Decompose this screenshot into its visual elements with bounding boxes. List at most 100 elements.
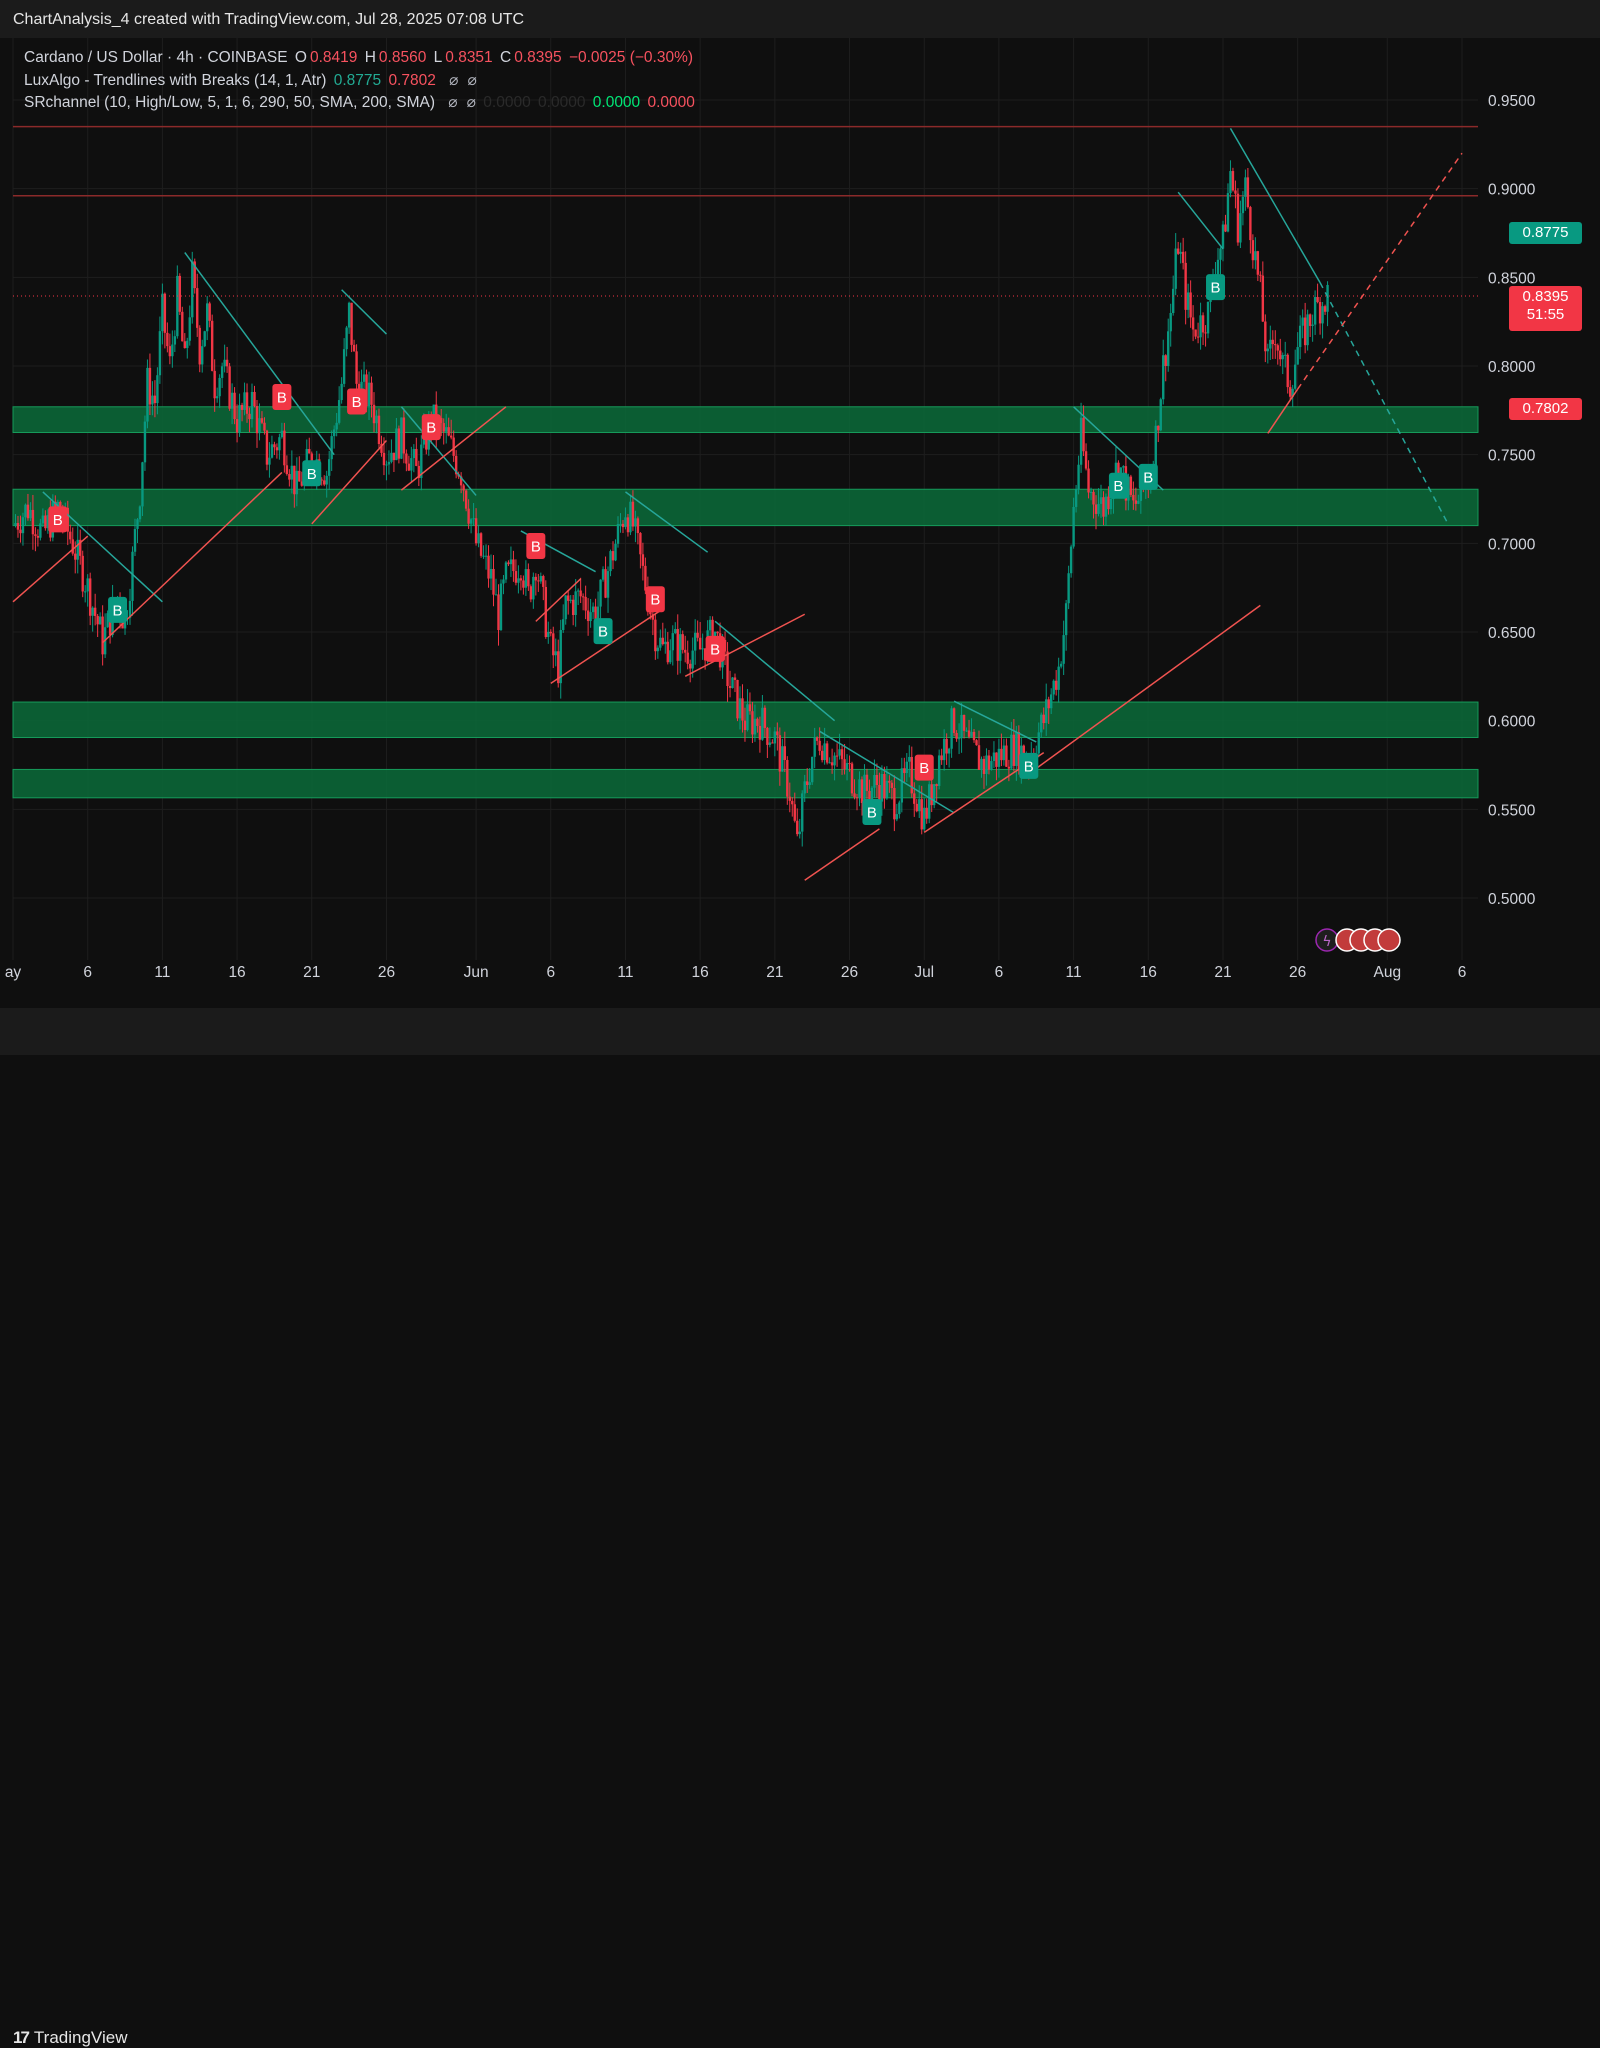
candle-down	[36, 535, 40, 538]
candle-up	[810, 756, 814, 783]
candle-up	[29, 509, 32, 519]
candle-up	[337, 400, 341, 423]
candle-down	[71, 539, 74, 554]
indicator-1-lower-value: 0.7802	[388, 71, 436, 89]
candle-down	[1303, 317, 1307, 346]
indicator-1-name[interactable]: LuxAlgo - Trendlines with Breaks (14, 1,…	[24, 72, 326, 89]
indicator-2-name[interactable]: SRchannel (10, High/Low, 5, 1, 6, 290, 5…	[24, 94, 435, 111]
candle-down	[890, 782, 894, 788]
candle-down	[512, 559, 515, 572]
time-axis-tick-label: Jun	[464, 964, 489, 981]
candle-down	[796, 820, 799, 835]
candle-down	[962, 714, 966, 731]
break-label-text: B	[277, 390, 287, 407]
candle-up	[1174, 248, 1177, 289]
price-axis-tick-label: 0.8500	[1488, 270, 1536, 287]
candle-down	[888, 780, 891, 783]
lower-trend-price-tag: 0.7802	[1509, 398, 1582, 420]
candle-up	[808, 782, 811, 785]
candle-up	[746, 704, 749, 730]
legend-symbol-row[interactable]: Cardano / US Dollar · 4h · COINBASE O 0.8…	[24, 47, 698, 70]
candle-down	[751, 711, 754, 735]
candle-down	[407, 463, 411, 471]
price-axis-tick-label: 0.6500	[1488, 625, 1536, 642]
price-axis-tick-label: 0.6000	[1488, 714, 1536, 731]
high-label: H	[364, 49, 376, 66]
candle-up	[980, 758, 983, 770]
candle-down	[382, 452, 386, 466]
candle-down	[748, 704, 752, 712]
candle-up	[84, 591, 87, 593]
candle-up	[828, 762, 831, 764]
candle-down	[163, 293, 167, 333]
candle-down	[1276, 345, 1279, 351]
candle-down	[1181, 251, 1185, 263]
candle-up	[367, 382, 371, 407]
lightning-glyph: ϟ	[1322, 934, 1331, 950]
candle-down	[542, 576, 545, 587]
candle-up	[601, 569, 605, 580]
candle-up	[290, 465, 294, 480]
candle-up	[203, 331, 206, 347]
candle-down	[571, 599, 575, 616]
candle-down	[1129, 476, 1133, 495]
candle-down	[825, 743, 829, 763]
candle-up	[1313, 297, 1317, 325]
last-price-tag: 0.8395 51:55	[1509, 286, 1582, 331]
last-price-value: 0.8395	[1522, 288, 1569, 305]
candle-up	[1311, 324, 1314, 326]
candle-up	[410, 458, 413, 471]
candle-down	[1201, 315, 1205, 333]
candle-down	[372, 404, 376, 424]
candle-down	[806, 781, 809, 785]
candle-up	[347, 302, 351, 328]
candle-down	[893, 787, 896, 820]
candle-down	[240, 404, 244, 410]
candle-down	[514, 571, 518, 583]
candle-up	[1050, 694, 1053, 709]
candle-up	[484, 555, 488, 557]
support-resistance-zone	[12, 701, 1479, 739]
time-axis-tick-label: 6	[83, 964, 92, 981]
candle-up	[138, 506, 142, 520]
candle-up	[1137, 500, 1140, 504]
break-label-text: B	[53, 512, 63, 529]
candle-down	[1224, 224, 1227, 232]
candle-down	[196, 288, 199, 328]
chart-svg[interactable]: B B B B B B B B B B B B B B B B 0.9500 0.9000 0.8500 0.8000…	[0, 0, 1600, 1008]
candle-up	[482, 555, 485, 557]
candle-up	[156, 375, 159, 404]
candle-down	[1316, 297, 1319, 303]
candle-down	[975, 740, 978, 746]
candle-up	[619, 523, 622, 525]
candle-up	[201, 346, 204, 365]
legend-indicator-1[interactable]: LuxAlgo - Trendlines with Breaks (14, 1,…	[24, 70, 698, 93]
legend-indicator-2[interactable]: SRchannel (10, High/Low, 5, 1, 6, 290, 5…	[24, 92, 698, 115]
candle-down	[940, 755, 943, 761]
candle-down	[788, 796, 791, 801]
low-value: 0.8351	[445, 49, 493, 66]
candle-down	[815, 737, 819, 741]
candle-up	[863, 774, 866, 803]
candle-up	[24, 504, 27, 518]
candle-down	[265, 430, 269, 465]
candle-up	[1199, 315, 1202, 338]
candle-up	[1059, 663, 1063, 667]
tradingview-mark-icon: 17	[13, 2028, 30, 2047]
candle-up	[1002, 745, 1006, 761]
break-label-text: B	[1024, 758, 1034, 775]
candle-down	[728, 685, 732, 689]
candle-up	[731, 677, 734, 689]
break-label-text: B	[352, 394, 362, 411]
tradingview-logo[interactable]: 17 TradingView	[13, 2028, 127, 2048]
candle-down	[1194, 329, 1197, 337]
symbol-name[interactable]: Cardano / US Dollar · 4h · COINBASE	[24, 49, 288, 66]
candle-down	[733, 677, 737, 680]
candle-up	[669, 650, 672, 663]
candle-down	[405, 453, 408, 464]
low-label: L	[433, 49, 443, 66]
candle-up	[504, 562, 508, 580]
candle-down	[522, 580, 525, 588]
time-axis-tick-label: 11	[154, 964, 170, 981]
candle-up	[997, 748, 1001, 767]
